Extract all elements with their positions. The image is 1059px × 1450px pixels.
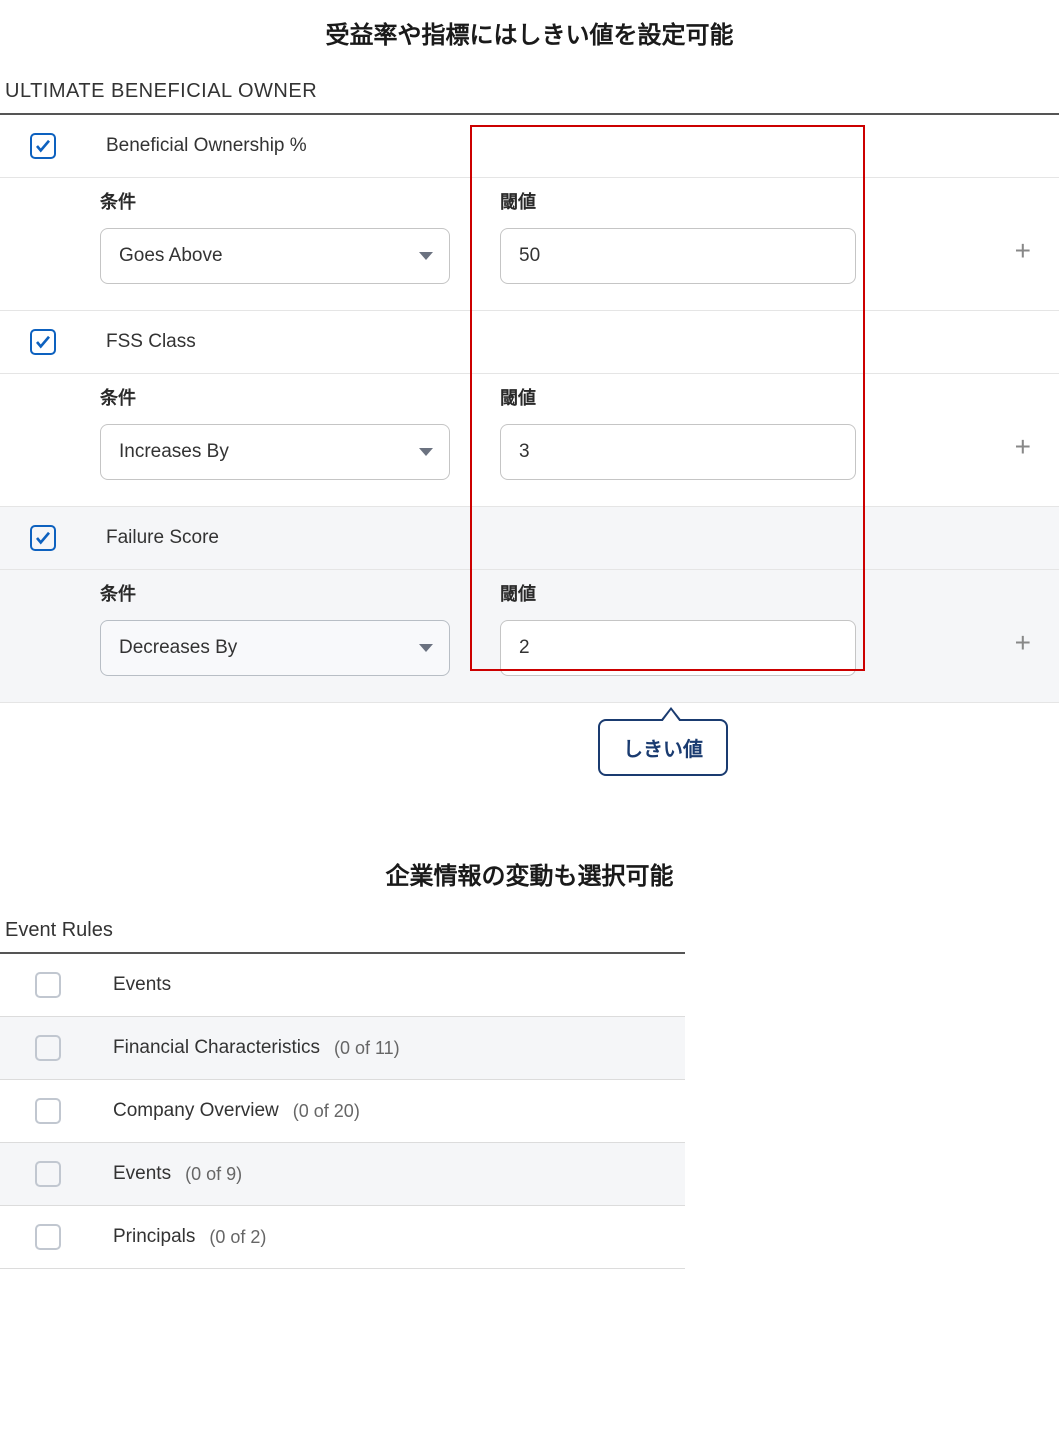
event-checkbox-1[interactable]	[35, 1035, 61, 1061]
page-title-1: 受益率や指標にはしきい値を設定可能	[0, 15, 1059, 50]
event-checkbox-4[interactable]	[35, 1224, 61, 1250]
rule-config-row-1: 条件 Increases By 閾値 +	[0, 374, 1059, 507]
plus-icon[interactable]: +	[1015, 235, 1031, 267]
rule-label-1: FSS Class	[106, 331, 196, 353]
plus-icon[interactable]: +	[1015, 431, 1031, 463]
condition-col: 条件 Goes Above	[100, 188, 470, 284]
condition-select-2[interactable]: Decreases By	[100, 620, 450, 676]
condition-col: 条件 Increases By	[100, 384, 470, 480]
event-label-2: Company Overview	[113, 1100, 279, 1122]
event-count-1: (0 of 11)	[334, 1038, 400, 1059]
event-label-3: Events	[113, 1163, 171, 1185]
condition-label: 条件	[100, 384, 470, 410]
event-count-2: (0 of 20)	[293, 1101, 360, 1122]
event-row-2: Company Overview (0 of 20)	[0, 1080, 685, 1143]
event-count-3: (0 of 9)	[185, 1164, 242, 1185]
event-row-1: Financial Characteristics (0 of 11)	[0, 1017, 685, 1080]
threshold-input-0[interactable]	[500, 228, 856, 284]
event-label-4: Principals	[113, 1226, 195, 1248]
condition-select-0[interactable]: Goes Above	[100, 228, 450, 284]
rule-label-0: Beneficial Ownership %	[106, 135, 307, 157]
threshold-input-1[interactable]	[500, 424, 856, 480]
plus-icon[interactable]: +	[1015, 627, 1031, 659]
rules-container: Beneficial Ownership % 条件 Goes Above 閾値 …	[0, 115, 1059, 703]
callout-threshold: しきい値	[598, 719, 728, 776]
event-label-1: Financial Characteristics	[113, 1037, 320, 1059]
condition-select-1[interactable]: Increases By	[100, 424, 450, 480]
event-checkbox-3[interactable]	[35, 1161, 61, 1187]
event-row-0: Events	[0, 954, 685, 1017]
rule-title-row-0: Beneficial Ownership %	[0, 115, 1059, 178]
check-icon	[34, 333, 52, 351]
threshold-label: 閾値	[500, 384, 870, 410]
chevron-down-icon	[419, 448, 433, 456]
rule-checkbox-2[interactable]	[30, 525, 56, 551]
condition-value-0: Goes Above	[119, 245, 223, 267]
rule-title-row-1: FSS Class	[0, 311, 1059, 374]
event-count-4: (0 of 2)	[209, 1227, 266, 1248]
chevron-down-icon	[419, 644, 433, 652]
check-icon	[34, 529, 52, 547]
ubo-section: ULTIMATE BENEFICIAL OWNER Beneficial Own…	[0, 80, 1059, 776]
rule-checkbox-0[interactable]	[30, 133, 56, 159]
section-header-events: Event Rules	[0, 919, 685, 952]
condition-col: 条件 Decreases By	[100, 580, 470, 676]
rule-config-row-2: 条件 Decreases By 閾値 +	[0, 570, 1059, 703]
event-checkbox-0[interactable]	[35, 972, 61, 998]
event-row-4: Principals (0 of 2)	[0, 1206, 685, 1269]
check-icon	[34, 137, 52, 155]
chevron-down-icon	[419, 252, 433, 260]
page-title-2: 企業情報の変動も選択可能	[0, 856, 1059, 891]
rule-config-row-0: 条件 Goes Above 閾値 +	[0, 178, 1059, 311]
threshold-col: 閾値	[500, 188, 870, 284]
section-header-ubo: ULTIMATE BENEFICIAL OWNER	[0, 80, 1059, 113]
event-checkbox-2[interactable]	[35, 1098, 61, 1124]
event-label-0: Events	[113, 974, 171, 996]
condition-label: 条件	[100, 188, 470, 214]
threshold-input-2[interactable]	[500, 620, 856, 676]
threshold-label: 閾値	[500, 580, 870, 606]
rule-checkbox-1[interactable]	[30, 329, 56, 355]
rule-label-2: Failure Score	[106, 527, 219, 549]
condition-value-1: Increases By	[119, 441, 229, 463]
threshold-label: 閾値	[500, 188, 870, 214]
event-row-3: Events (0 of 9)	[0, 1143, 685, 1206]
threshold-col: 閾値	[500, 384, 870, 480]
event-rules-section: Event Rules Events Financial Characteris…	[0, 919, 685, 1269]
condition-label: 条件	[100, 580, 470, 606]
condition-value-2: Decreases By	[119, 637, 237, 659]
threshold-col: 閾値	[500, 580, 870, 676]
rule-title-row-2: Failure Score	[0, 507, 1059, 570]
